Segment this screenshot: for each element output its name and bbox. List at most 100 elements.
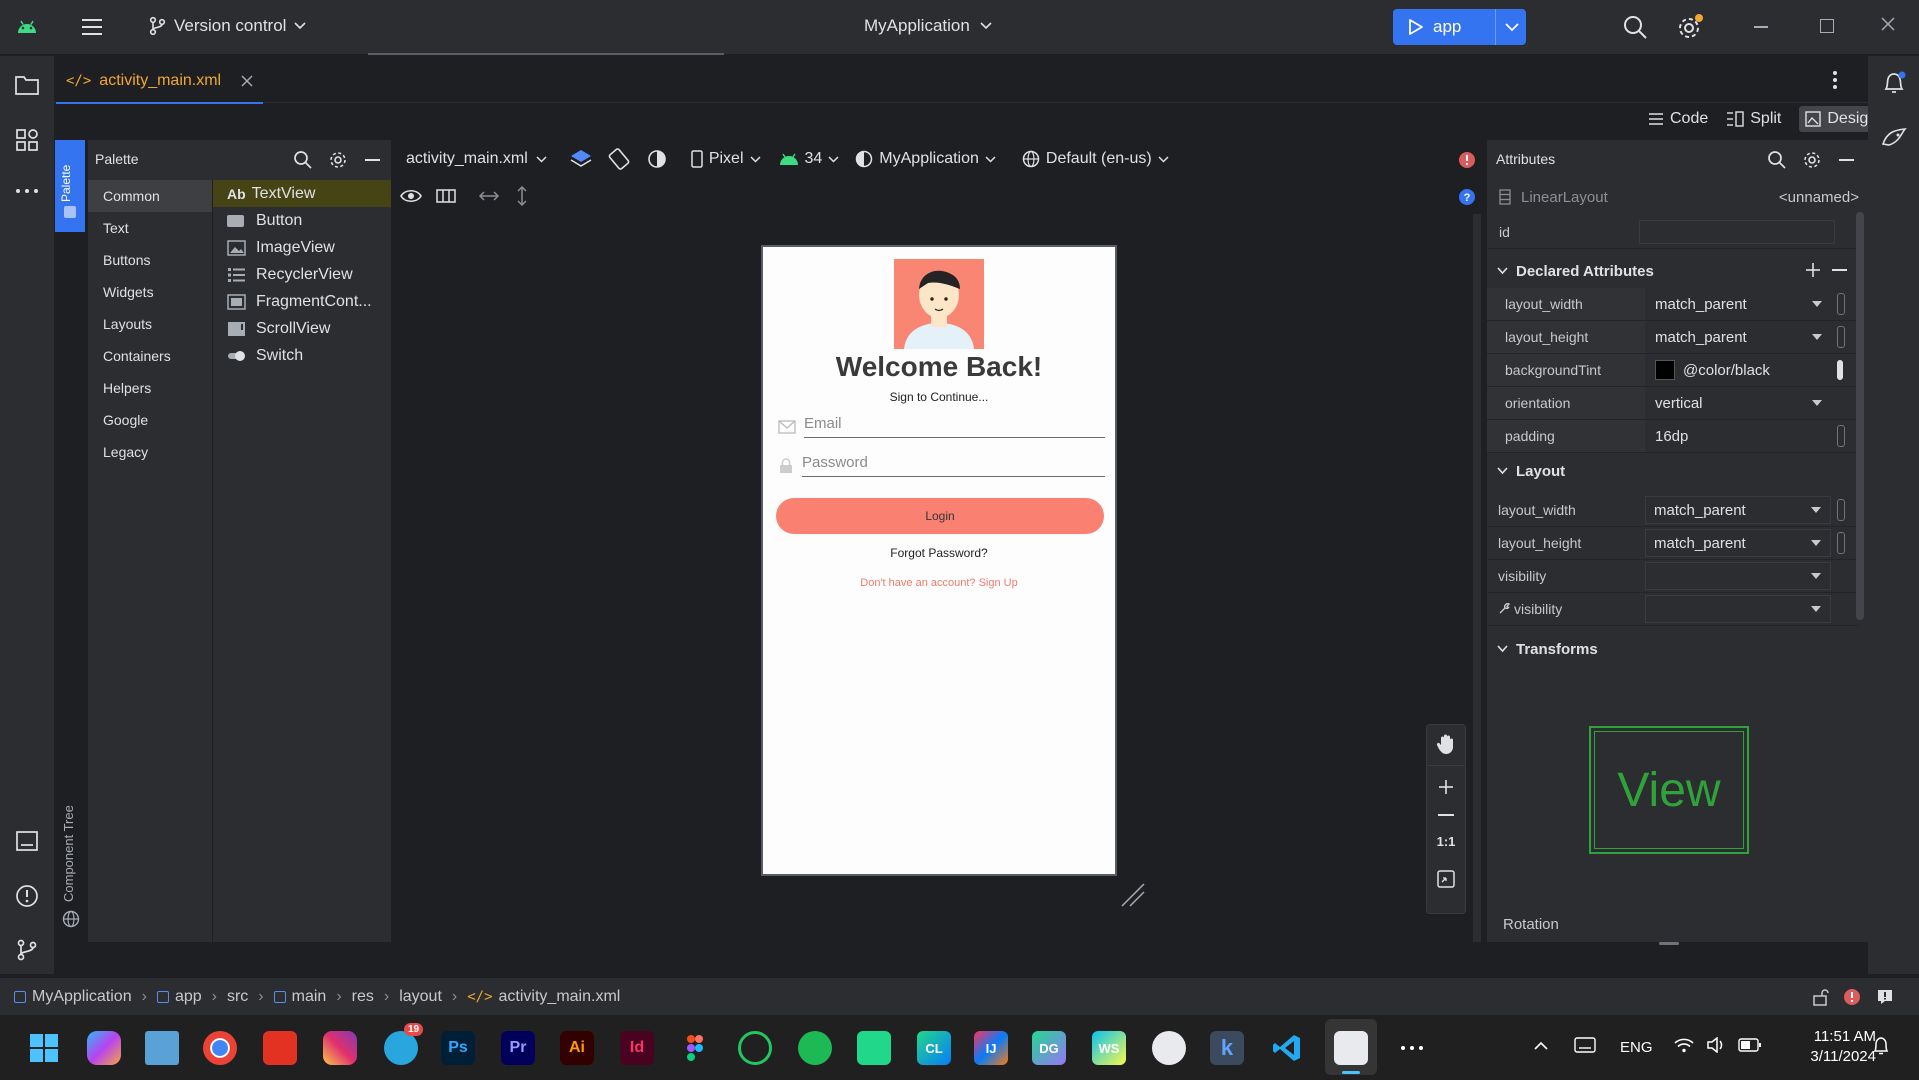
code-mode-button[interactable]: Code xyxy=(1648,110,1708,128)
chrome-icon[interactable] xyxy=(203,1031,237,1065)
zoom-actual-size[interactable]: 1:1 xyxy=(1427,834,1465,849)
clion-icon[interactable]: CL xyxy=(917,1031,951,1065)
feedback-icon[interactable] xyxy=(1876,988,1894,1006)
horizontal-resize-icon[interactable] xyxy=(478,190,500,202)
category-containers[interactable]: Containers xyxy=(88,340,212,372)
night-mode-icon[interactable] xyxy=(645,147,669,171)
acrobat-icon[interactable] xyxy=(263,1031,297,1065)
battery-icon[interactable] xyxy=(1738,1038,1762,1052)
settings-gear-icon[interactable] xyxy=(1676,13,1704,41)
more-apps-icon[interactable] xyxy=(1400,1045,1424,1051)
instagram-icon[interactable] xyxy=(323,1031,357,1065)
breadcrumb-item[interactable]: main xyxy=(292,988,327,1006)
breadcrumb-item[interactable]: src xyxy=(227,988,248,1006)
locale-selector[interactable]: Default (en-us) xyxy=(1022,150,1169,168)
component-tree-side-tab[interactable]: Component Tree xyxy=(55,790,85,930)
attr-value-color[interactable]: @color/black xyxy=(1647,356,1831,384)
blueprint-icon[interactable] xyxy=(436,188,456,204)
canvas-scrollbar[interactable] xyxy=(1473,214,1481,942)
email-field[interactable]: Email xyxy=(778,415,1105,438)
breadcrumb-item[interactable]: MyApplication xyxy=(32,988,132,1006)
snipping-tool-icon[interactable] xyxy=(1334,1031,1368,1065)
attr-value-dropdown[interactable]: match_parent xyxy=(1645,529,1831,557)
illustrator-icon[interactable]: Ai xyxy=(560,1031,594,1065)
attr-value-dropdown[interactable]: match_parent xyxy=(1645,496,1831,524)
help-icon[interactable]: ? xyxy=(1458,188,1476,206)
palette-item-switch[interactable]: Switch xyxy=(213,342,391,369)
pan-hand-icon[interactable] xyxy=(1436,733,1456,755)
notifications-bell-icon[interactable] xyxy=(1882,70,1906,96)
copilot-icon[interactable] xyxy=(87,1031,121,1065)
palette-item-imageview[interactable]: ImageView xyxy=(213,234,391,261)
vscode-icon[interactable] xyxy=(1270,1031,1304,1065)
attr-picker-handle[interactable] xyxy=(1837,425,1845,447)
resize-handle-icon[interactable] xyxy=(1120,882,1146,908)
breadcrumb-item[interactable]: activity_main.xml xyxy=(499,988,621,1006)
layers-icon[interactable] xyxy=(569,148,593,170)
palette-item-fragmentcontainer[interactable]: FragmentCont... xyxy=(213,288,391,315)
android-studio-logo-icon[interactable] xyxy=(857,1031,891,1065)
tab-activity-main[interactable]: </> activity_main.xml xyxy=(56,60,264,104)
palette-item-scrollview[interactable]: ScrollView xyxy=(213,315,391,342)
photos-icon[interactable] xyxy=(145,1031,179,1065)
show-hidden-icons-chevron-icon[interactable] xyxy=(1534,1041,1548,1050)
spotify-icon[interactable] xyxy=(798,1031,832,1065)
indesign-icon[interactable]: Id xyxy=(620,1031,654,1065)
resource-manager-icon[interactable] xyxy=(15,128,39,152)
category-legacy[interactable]: Legacy xyxy=(88,436,212,468)
more-tools-icon[interactable] xyxy=(15,188,39,194)
attr-picker-handle[interactable] xyxy=(1837,532,1845,554)
color-swatch[interactable] xyxy=(1655,360,1675,380)
language-indicator[interactable]: ENG xyxy=(1620,1039,1653,1056)
category-common[interactable]: Common xyxy=(88,180,212,212)
clock[interactable]: 11:51 AM 3/11/2024 xyxy=(1788,1027,1876,1067)
project-folder-icon[interactable] xyxy=(15,74,39,96)
category-google[interactable]: Google xyxy=(88,404,212,436)
api-level-selector[interactable]: 34 xyxy=(779,150,840,168)
keyboard-icon[interactable] xyxy=(1574,1037,1596,1053)
error-status-icon[interactable] xyxy=(1843,988,1861,1006)
password-field[interactable]: Password xyxy=(778,454,1105,477)
add-attribute-icon[interactable] xyxy=(1805,262,1821,278)
premiere-icon[interactable]: Pr xyxy=(501,1031,535,1065)
run-config-button[interactable]: app xyxy=(1393,9,1526,45)
zoom-in-icon[interactable] xyxy=(1438,779,1454,795)
attr-value-input[interactable]: 16dp xyxy=(1647,422,1831,450)
breadcrumb-item[interactable]: app xyxy=(175,988,202,1006)
attr-picker-handle[interactable] xyxy=(1837,293,1845,315)
palette-item-textview[interactable]: Ab TextView xyxy=(213,180,391,207)
palette-side-tab[interactable]: Palette xyxy=(55,140,85,232)
notification-center-icon[interactable] xyxy=(1872,1036,1890,1056)
minimize-panel-icon[interactable] xyxy=(1839,159,1854,161)
signup-link[interactable]: Don't have an account? Sign Up xyxy=(763,577,1115,589)
android-studio-icon[interactable] xyxy=(1152,1031,1186,1065)
category-buttons[interactable]: Buttons xyxy=(88,244,212,276)
figma-icon[interactable] xyxy=(678,1031,712,1065)
minimize-button[interactable] xyxy=(1754,26,1768,28)
error-indicator-icon[interactable] xyxy=(1458,151,1476,169)
layout-file-selector[interactable]: activity_main.xml xyxy=(406,150,547,168)
attr-value-dropdown[interactable]: vertical xyxy=(1647,389,1831,417)
terminal-icon[interactable] xyxy=(15,829,39,853)
version-control-menu[interactable]: Version control xyxy=(148,16,307,36)
attr-picker-handle[interactable] xyxy=(1837,326,1845,348)
intellij-icon[interactable]: IJ xyxy=(974,1031,1008,1065)
git-icon[interactable] xyxy=(15,938,39,962)
attr-picker-handle[interactable] xyxy=(1837,360,1843,380)
transforms-section[interactable]: Transforms xyxy=(1497,634,1852,664)
main-menu-icon[interactable] xyxy=(80,16,104,38)
forgot-password-link[interactable]: Forgot Password? xyxy=(763,546,1115,560)
more-options-vertical-icon[interactable] xyxy=(1832,70,1838,90)
attr-value-dropdown[interactable] xyxy=(1645,562,1831,590)
photoshop-icon[interactable]: Ps xyxy=(441,1031,475,1065)
search-icon[interactable] xyxy=(1767,150,1787,170)
breadcrumb-item[interactable]: res xyxy=(352,988,374,1006)
zoom-out-icon[interactable] xyxy=(1438,814,1454,816)
volume-icon[interactable] xyxy=(1706,1037,1726,1053)
webstorm-icon[interactable]: WS xyxy=(1092,1031,1126,1065)
category-helpers[interactable]: Helpers xyxy=(88,372,212,404)
datagrip-icon[interactable]: DG xyxy=(1032,1031,1066,1065)
split-mode-button[interactable]: Split xyxy=(1726,110,1781,128)
rotation-slider[interactable] xyxy=(1659,942,1679,945)
lock-open-icon[interactable] xyxy=(1812,988,1830,1006)
